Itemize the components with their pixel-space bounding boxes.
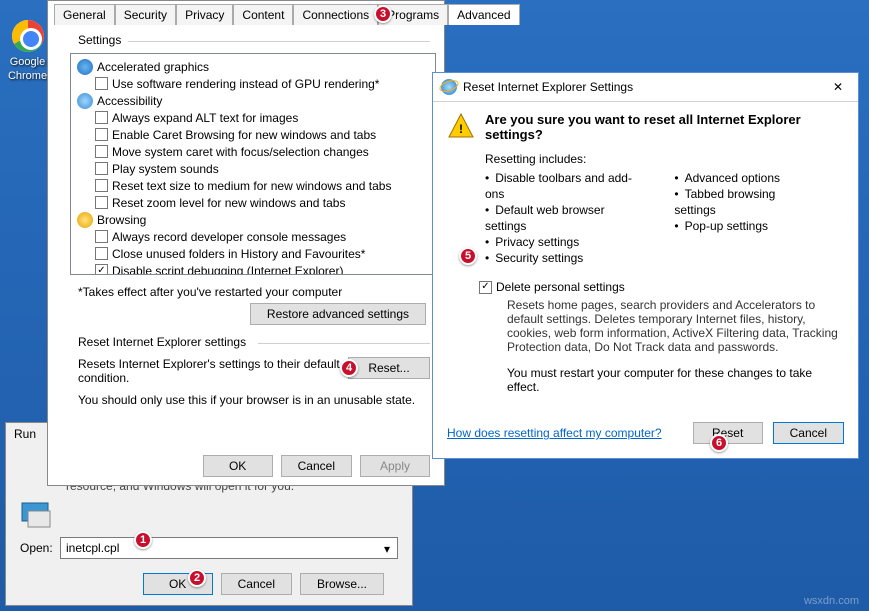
item-label: Reset text size to medium for new window… xyxy=(112,179,391,193)
list-item: Advanced options xyxy=(674,170,814,186)
item-label: Enable Caret Browsing for new windows an… xyxy=(112,128,376,142)
delete-personal-checkbox[interactable] xyxy=(479,281,492,294)
list-item: Pop-up settings xyxy=(674,218,814,234)
tab-security[interactable]: Security xyxy=(115,4,176,25)
run-open-label: Open: xyxy=(20,541,60,555)
cancel-button[interactable]: Cancel xyxy=(281,455,352,477)
run-input-value: inetcpl.cpl xyxy=(66,541,119,555)
checkbox[interactable] xyxy=(95,77,108,90)
includes-label: Resetting includes: xyxy=(485,152,844,166)
chrome-label: Google Chrome xyxy=(8,56,47,82)
svg-text:!: ! xyxy=(459,122,463,136)
ie-icon xyxy=(441,79,457,95)
list-item: Security settings xyxy=(485,250,644,266)
chrome-icon xyxy=(12,20,44,52)
annotation-badge-3: 3 xyxy=(374,5,392,23)
item-label: Play system sounds xyxy=(112,162,219,176)
annotation-badge-5: 5 xyxy=(459,247,477,265)
chevron-down-icon[interactable]: ▾ xyxy=(379,541,395,557)
desktop-chrome-icon[interactable]: Google Chrome xyxy=(5,20,50,82)
run-icon xyxy=(20,497,54,531)
reset-description: Resets Internet Explorer's settings to t… xyxy=(78,357,348,385)
list-item: Disable toolbars and add-ons xyxy=(485,170,644,202)
close-icon[interactable]: ✕ xyxy=(826,80,850,94)
apply-button[interactable]: Apply xyxy=(360,455,430,477)
internet-options-dialog: General Security Privacy Content Connect… xyxy=(47,0,445,486)
run-open-input[interactable]: inetcpl.cpl ▾ xyxy=(60,537,398,559)
checkbox[interactable] xyxy=(95,128,108,141)
group-accelerated: Accelerated graphics xyxy=(97,60,209,74)
warning-icon: ! xyxy=(447,112,475,140)
annotation-badge-4: 4 xyxy=(340,359,358,377)
restore-advanced-button[interactable]: Restore advanced settings xyxy=(250,303,426,325)
delete-personal-label: Delete personal settings xyxy=(496,280,625,294)
gpu-icon xyxy=(77,59,93,75)
checkbox[interactable] xyxy=(95,179,108,192)
tab-connections[interactable]: Connections xyxy=(293,4,378,25)
accessibility-icon xyxy=(77,93,93,109)
annotation-badge-2: 2 xyxy=(188,569,206,587)
checkbox[interactable] xyxy=(95,196,108,209)
reset-warning: You should only use this if your browser… xyxy=(78,393,430,407)
includes-col1: Disable toolbars and add-ons Default web… xyxy=(485,170,644,266)
tab-general[interactable]: General xyxy=(54,4,115,25)
list-item: Default web browser settings xyxy=(485,202,644,234)
checkbox[interactable] xyxy=(95,145,108,158)
checkbox-checked[interactable] xyxy=(95,264,108,275)
reset-group-label: Reset Internet Explorer settings xyxy=(78,335,246,349)
run-cancel-button[interactable]: Cancel xyxy=(221,573,292,595)
confirm-headline: Are you sure you want to reset all Inter… xyxy=(485,112,844,142)
tab-advanced[interactable]: Advanced xyxy=(448,4,519,25)
reset-button[interactable]: Reset... xyxy=(348,357,430,379)
browsing-icon xyxy=(77,212,93,228)
restart-note: *Takes effect after you've restarted you… xyxy=(78,285,436,299)
item-label: Close unused folders in History and Favo… xyxy=(112,247,365,261)
group-browsing: Browsing xyxy=(97,213,146,227)
item-label: Use software rendering instead of GPU re… xyxy=(112,77,379,91)
item-label: Disable script debugging (Internet Explo… xyxy=(112,264,343,276)
confirm-title-text: Reset Internet Explorer Settings xyxy=(463,80,633,94)
settings-group-label: Settings xyxy=(78,33,121,47)
list-item: Tabbed browsing settings xyxy=(674,186,814,218)
includes-col2: Advanced options Tabbed browsing setting… xyxy=(674,170,814,266)
group-accessibility: Accessibility xyxy=(97,94,162,108)
annotation-badge-1: 1 xyxy=(134,531,152,549)
item-label: Move system caret with focus/selection c… xyxy=(112,145,369,159)
how-reset-link[interactable]: How does resetting affect my computer? xyxy=(447,426,662,440)
confirm-cancel-button[interactable]: Cancel xyxy=(773,422,844,444)
checkbox[interactable] xyxy=(95,230,108,243)
run-browse-button[interactable]: Browse... xyxy=(300,573,384,595)
annotation-badge-6: 6 xyxy=(710,434,728,452)
tab-privacy[interactable]: Privacy xyxy=(176,4,233,25)
item-label: Always record developer console messages xyxy=(112,230,346,244)
tab-content[interactable]: Content xyxy=(233,4,293,25)
watermark: wsxdn.com xyxy=(804,595,859,607)
ok-button[interactable]: OK xyxy=(203,455,273,477)
restart-required-note: You must restart your computer for these… xyxy=(507,366,844,394)
checkbox[interactable] xyxy=(95,162,108,175)
personal-description: Resets home pages, search providers and … xyxy=(507,298,844,354)
item-label: Reset zoom level for new windows and tab… xyxy=(112,196,345,210)
checkbox[interactable] xyxy=(95,247,108,260)
reset-confirm-dialog: Reset Internet Explorer Settings ✕ ! Are… xyxy=(432,72,859,459)
advanced-settings-tree[interactable]: Accelerated graphics Use software render… xyxy=(70,53,436,275)
checkbox[interactable] xyxy=(95,111,108,124)
list-item: Privacy settings xyxy=(485,234,644,250)
item-label: Always expand ALT text for images xyxy=(112,111,298,125)
